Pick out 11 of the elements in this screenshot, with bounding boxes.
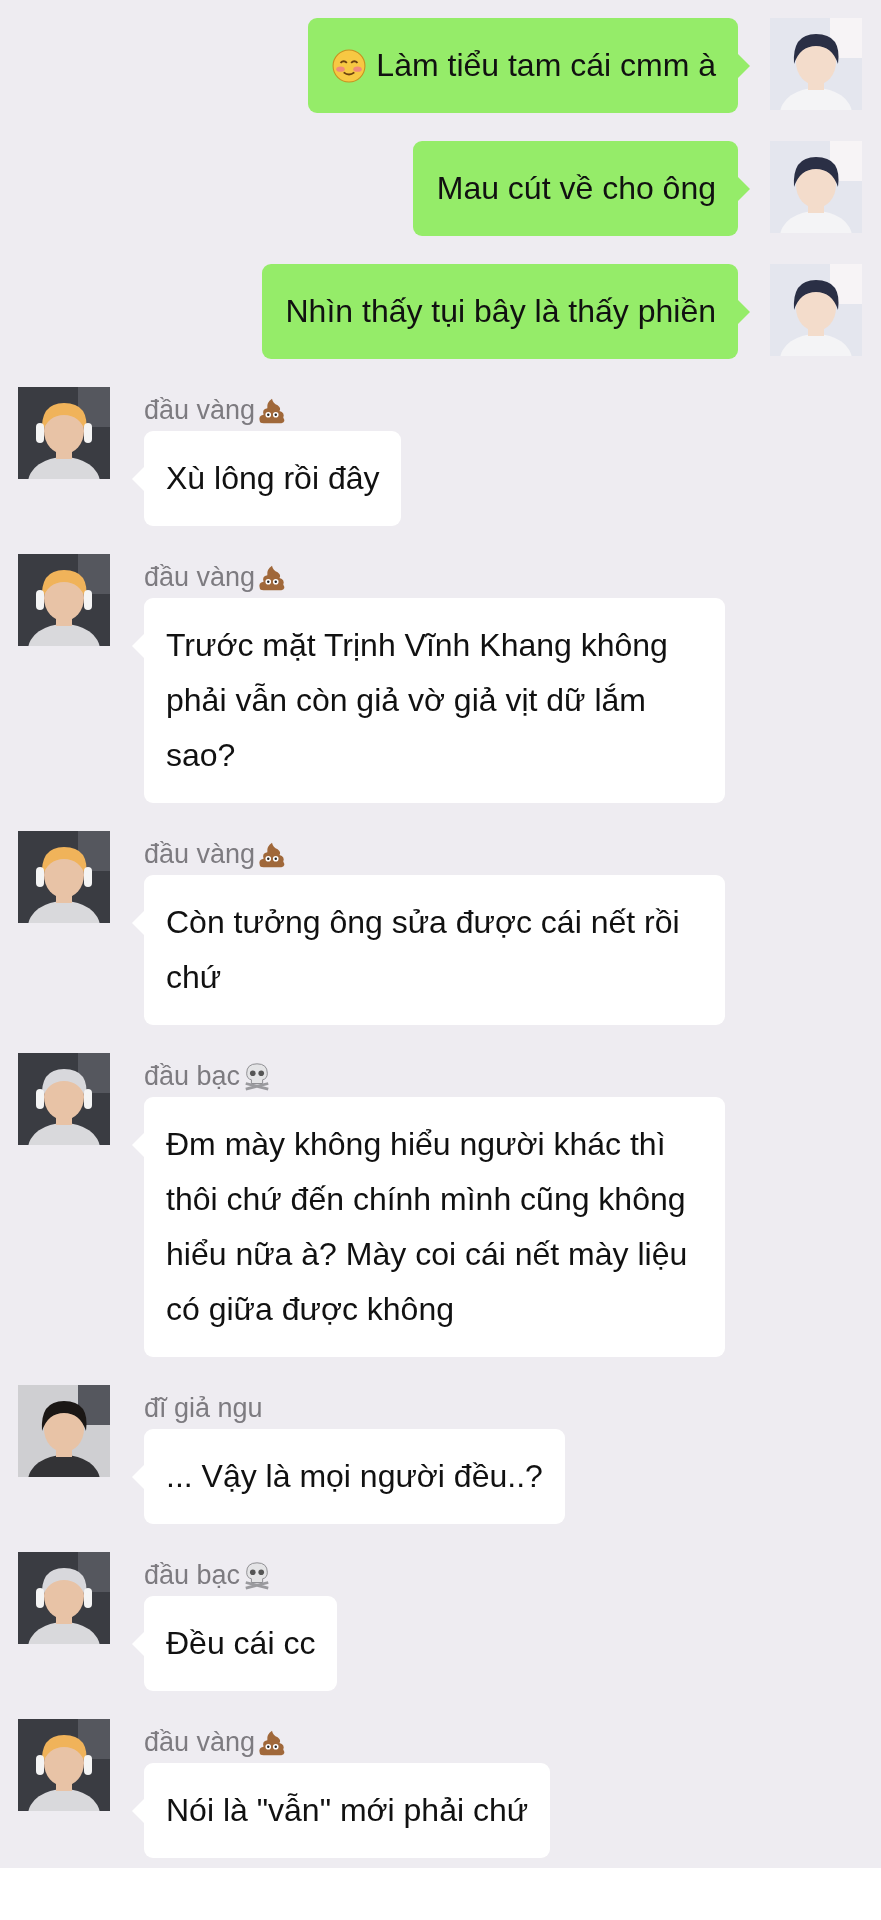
sender-name: đầu bạc bbox=[144, 1559, 241, 1591]
bubble-tail bbox=[738, 54, 750, 78]
smiling-face-icon bbox=[332, 48, 367, 83]
sender-name: đầu vàng bbox=[144, 394, 256, 426]
sender-name: đĩ giả ngu bbox=[144, 1392, 263, 1424]
sender-name: đầu vàng bbox=[144, 561, 256, 593]
bubble-tail bbox=[738, 177, 750, 201]
bubble-tail bbox=[738, 300, 750, 324]
sender-name: đầu vàng bbox=[144, 1726, 256, 1758]
sender-name: đầu vàng bbox=[144, 838, 256, 870]
sender-name: đầu bạc bbox=[144, 1060, 241, 1092]
